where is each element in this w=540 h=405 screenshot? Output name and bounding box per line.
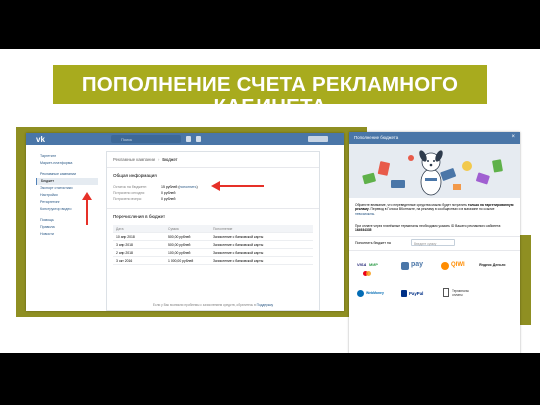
- modal-title: Пополнение бюджета: [354, 135, 399, 140]
- user-menu[interactable]: [308, 136, 328, 142]
- col-amount[interactable]: Сумма: [168, 227, 179, 231]
- payment-webmoney[interactable]: WebMoney: [357, 290, 393, 302]
- breadcrumb-parent[interactable]: Рекламные кампании: [113, 157, 155, 162]
- payment-vkpay[interactable]: pay: [401, 261, 433, 274]
- topup-link[interactable]: пополнить: [180, 185, 197, 189]
- topup-modal-screenshot: Пополнение бюджета × Обратите внимание, …: [349, 132, 520, 353]
- red-arrow-left-icon: [211, 181, 264, 191]
- cabinet-id: 164934335: [355, 228, 372, 233]
- notice-text: Обратите внимание, что переведенные сред…: [355, 203, 514, 216]
- payment-visa-mir[interactable]: VISA МИР: [357, 262, 389, 278]
- vk-logo[interactable]: vk: [36, 135, 45, 144]
- breadcrumb-current: Бюджет: [162, 157, 178, 162]
- support-link[interactable]: Поддержку: [257, 303, 273, 307]
- general-heading: Общая информация: [113, 173, 157, 178]
- table-row: 3 апр 2018 500,00 рублей Зачисление с ба…: [113, 241, 313, 249]
- col-type[interactable]: Пополнение: [213, 227, 232, 231]
- qiwi-icon: [441, 262, 449, 270]
- table-header: Дата Сумма Пополнение: [113, 225, 313, 233]
- red-arrow-up-icon: [82, 192, 92, 225]
- terminal-icon: [443, 288, 449, 297]
- slide: ПОПОЛНЕНИЕ СЧЕТА РЕКЛАМНОГО КАБИНЕТА vk …: [0, 49, 540, 353]
- payment-paypal[interactable]: PayPal: [401, 290, 437, 302]
- close-icon[interactable]: ×: [511, 134, 515, 140]
- page-title: ПОПОЛНЕНИЕ СЧЕТА РЕКЛАМНОГО КАБИНЕТА: [81, 73, 459, 105]
- budget-panel: Рекламные кампании › Бюджет Общая информац…: [106, 151, 320, 311]
- bell-icon[interactable]: [186, 136, 191, 142]
- music-icon[interactable]: [196, 136, 201, 142]
- sidebar-item-news[interactable]: Новости: [36, 231, 98, 238]
- amount-input[interactable]: Введите сумму: [411, 239, 455, 246]
- transfers-heading: Перечисления в бюджет: [113, 214, 166, 219]
- col-date[interactable]: Дата: [116, 227, 124, 231]
- spent-yesterday-value: 0 рублей: [161, 197, 176, 201]
- sidebar-item-targeting[interactable]: Таргетинг: [36, 153, 98, 160]
- transfers-table: Дата Сумма Пополнение 10 апр 2018 500,00…: [113, 225, 313, 265]
- table-row: 3 окт 2016 1 000,00 рублей Зачисление с …: [113, 257, 313, 265]
- paypal-icon: [401, 290, 407, 297]
- amount-label: Пополнить бюджет на: [355, 241, 391, 245]
- impossible-link[interactable]: невозможны: [355, 212, 374, 216]
- sidebar-item-campaigns[interactable]: Рекламные кампании: [36, 171, 98, 178]
- support-footer: Если у Вас возникли проблемы с зачислени…: [152, 303, 274, 307]
- balance-value: 15 рублей (пополнить): [161, 185, 198, 189]
- vk-header: vk Поиск: [26, 133, 344, 145]
- breadcrumb: Рекламные кампании › Бюджет: [113, 157, 178, 162]
- payment-terminals[interactable]: Терминалы оплаты: [443, 288, 483, 302]
- title-banner: ПОПОЛНЕНИЕ СЧЕТА РЕКЛАМНОГО КАБИНЕТА: [53, 65, 487, 104]
- dog-illustration: [349, 144, 520, 198]
- vk-budget-screenshot: vk Поиск Таргетинг Маркет-платформа Рекл…: [26, 133, 344, 311]
- table-row: 10 апр 2018 500,00 рублей Зачисление с б…: [113, 233, 313, 241]
- payment-qiwi[interactable]: QIWI: [441, 262, 473, 274]
- terminal-notice: При оплате через платёжные терминалы нео…: [355, 224, 502, 233]
- payment-yandex[interactable]: Яндекс Деньги: [479, 262, 515, 274]
- sidebar-item-budget[interactable]: Бюджет: [36, 178, 98, 185]
- sidebar-item-market[interactable]: Маркет-платформа: [36, 160, 98, 167]
- vkpay-icon: [401, 262, 409, 270]
- sidebar-item-export[interactable]: Экспорт статистики: [36, 185, 98, 192]
- spent-today-value: 0 рублей: [161, 191, 176, 195]
- table-row: 2 апр 2018 100,00 рублей Зачисление с ба…: [113, 249, 313, 257]
- webmoney-icon: [357, 290, 364, 297]
- search-input[interactable]: Поиск: [111, 135, 181, 143]
- amount-row: Пополнить бюджет на Введите сумму: [355, 238, 514, 248]
- modal-header: Пополнение бюджета ×: [349, 132, 520, 144]
